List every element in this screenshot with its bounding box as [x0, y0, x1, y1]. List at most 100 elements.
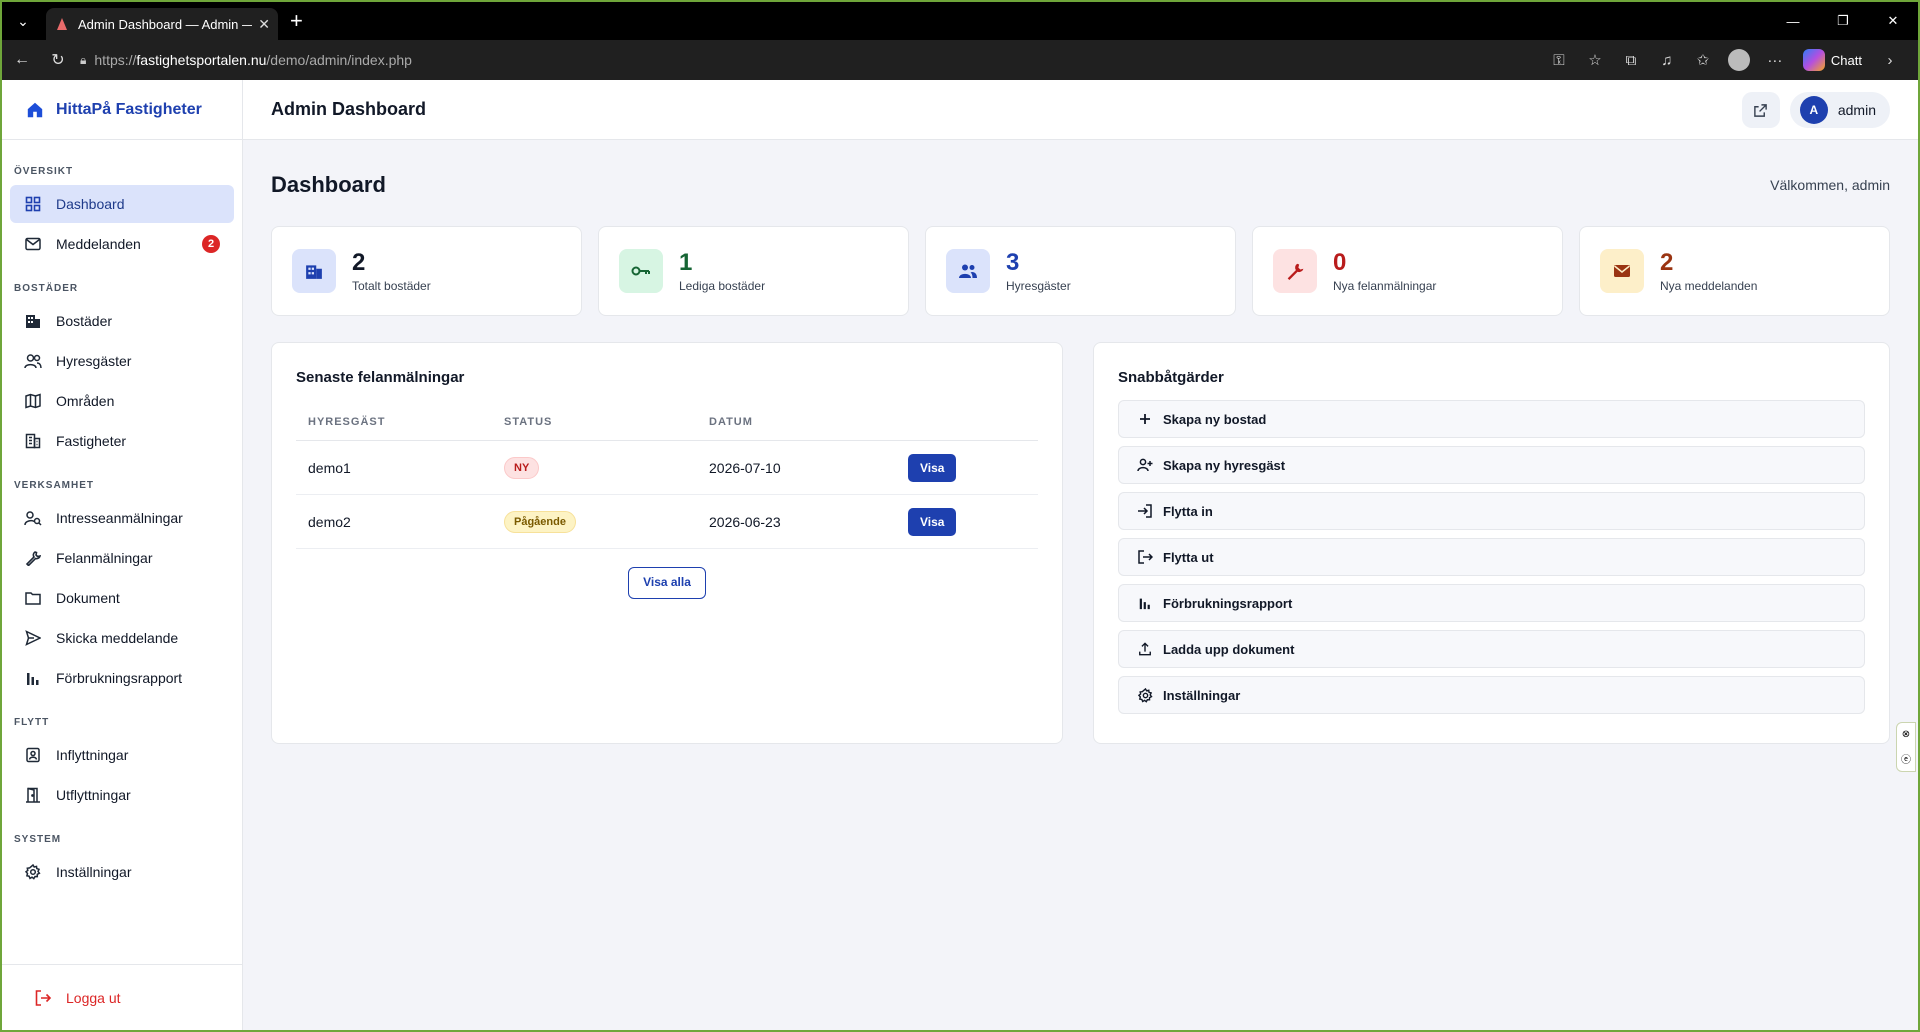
sidebar-item-felanmalningar[interactable]: Felanmälningar [10, 539, 234, 577]
close-window-icon[interactable]: ✕ [1868, 2, 1918, 40]
quick-action-skapa-bostad[interactable]: Skapa ny bostad [1118, 400, 1865, 438]
sidebar-item-label: Områden [56, 393, 115, 409]
open-site-button[interactable] [1741, 92, 1780, 128]
sidebar-item-label: Inställningar [56, 864, 132, 880]
sidebar-item-label: Felanmälningar [56, 550, 153, 566]
copilot-button[interactable]: Chatt [1802, 49, 1862, 71]
browser-tab[interactable]: Admin Dashboard — Admin — Hi ✕ [46, 8, 278, 40]
tab-list-button[interactable]: ⌄ [6, 7, 40, 35]
logout-icon [35, 989, 52, 1006]
restore-icon[interactable]: ❐ [1818, 2, 1868, 40]
sidebar-item-omraden[interactable]: Områden [10, 382, 234, 420]
user-menu[interactable]: A admin [1789, 92, 1890, 128]
status-cell: Pågående [492, 494, 697, 549]
header-actions: A admin [1741, 92, 1890, 128]
user-search-icon [24, 509, 42, 527]
stat-value: 2 [352, 249, 366, 276]
sidebar-item-skicka-meddelande[interactable]: Skicka meddelande [10, 619, 234, 657]
star-icon[interactable]: ☆ [1577, 51, 1613, 69]
panels-row: Senaste felanmälningar HYRESGÄST STATUS … [271, 342, 1890, 744]
sidebar-item-label: Skicka meddelande [56, 630, 179, 646]
sidebar-item-dashboard[interactable]: Dashboard [10, 185, 234, 223]
sidebar-item-fastigheter[interactable]: Fastigheter [10, 422, 234, 460]
logout-label: Logga ut [66, 989, 121, 1006]
section-verksamhet: VERKSAMHET [14, 480, 95, 491]
sidebar-item-label: Inflyttningar [56, 747, 129, 763]
sidebar-item-intresseanmalningar[interactable]: Intresseanmälningar [10, 499, 234, 537]
quick-action-skapa-hyresgast[interactable]: Skapa ny hyresgäst [1118, 446, 1865, 484]
brand-name: HittaPå Fastigheter [56, 100, 202, 118]
send-icon [24, 629, 42, 647]
copilot-icon [1802, 49, 1825, 71]
close-tab-icon[interactable]: ✕ [258, 16, 270, 33]
refresh-icon[interactable]: ↻ [42, 44, 74, 76]
profile-icon[interactable] [1721, 49, 1757, 71]
property-icon [24, 432, 42, 450]
logout-button[interactable]: Logga ut [2, 964, 242, 1030]
section-oversikt: ÖVERSIKT [14, 166, 74, 177]
section-system: SYSTEM [14, 834, 62, 845]
status-badge: NY [504, 456, 540, 479]
page-title: Dashboard [271, 172, 386, 197]
sidebar-item-meddelanden[interactable]: Meddelanden 2 [10, 225, 234, 263]
extensions-icon[interactable]: ⧉ [1613, 52, 1649, 69]
sidebar-item-bostader[interactable]: Bostäder [10, 302, 234, 340]
address-bar: ← ↻ 🔒︎ https://fastighetsportalen.nu/dem… [2, 40, 1918, 80]
column-header: STATUS [492, 404, 697, 441]
more-icon[interactable]: ··· [1757, 52, 1793, 69]
url-path: /demo/admin/index.php [266, 52, 412, 68]
mail-icon [1600, 249, 1644, 293]
sidebar-toggle-icon[interactable]: › [1872, 52, 1908, 69]
map-icon [24, 392, 42, 410]
extension-badge-icon[interactable]: ⓔ [1901, 751, 1911, 766]
stat-label: Totalt bostäder [352, 279, 431, 293]
sidebar-item-inflyttningar[interactable]: Inflyttningar [10, 736, 234, 774]
favorites-icon[interactable]: ✩ [1685, 51, 1721, 69]
view-button[interactable]: Visa [908, 507, 957, 536]
sidebar-item-label: Intresseanmälningar [56, 510, 183, 526]
panel-title: Senaste felanmälningar [296, 369, 465, 386]
users-icon [946, 249, 990, 293]
copilot-label: Chatt [1830, 52, 1862, 68]
column-header: HYRESGÄST [296, 404, 492, 441]
external-link-icon [1754, 103, 1768, 117]
brand[interactable]: HittaPå Fastigheter [2, 80, 242, 140]
back-icon[interactable]: ← [6, 44, 38, 76]
users-icon [24, 352, 42, 370]
username: admin [1837, 102, 1876, 118]
url-domain: fastighetsportalen.nu [136, 52, 267, 68]
lock-icon: 🔒︎ [80, 52, 87, 67]
sidebar-item-label: Hyresgäster [56, 353, 132, 369]
column-header: DATUM [697, 404, 896, 441]
sidebar-item-hyresgaster[interactable]: Hyresgäster [10, 342, 234, 380]
sidebar-item-forbrukningsrapport[interactable]: Förbrukningsrapport [10, 659, 234, 697]
view-all-button[interactable]: Visa alla [628, 567, 706, 599]
sidebar-item-label: Fastigheter [56, 433, 127, 449]
sidebar-item-utflyttningar[interactable]: Utflyttningar [10, 776, 234, 814]
view-button[interactable]: Visa [908, 453, 957, 482]
sidebar-item-installningar[interactable]: Inställningar [10, 853, 234, 891]
folder-icon [24, 589, 42, 607]
minimize-icon[interactable]: — [1768, 2, 1818, 40]
action-cell: Visa [896, 440, 1038, 495]
sidebar-item-dokument[interactable]: Dokument [10, 579, 234, 617]
stat-label: Lediga bostäder [679, 279, 766, 293]
new-tab-button[interactable]: + [290, 8, 303, 34]
media-icon[interactable]: ♫ [1649, 52, 1685, 69]
gear-icon [1137, 687, 1153, 703]
stat-value: 2 [1660, 249, 1674, 276]
close-circle-icon[interactable]: ⊗ [1902, 729, 1910, 740]
quick-action-installningar[interactable]: Inställningar [1118, 676, 1865, 714]
quick-action-flytta-in[interactable]: Flytta in [1118, 492, 1865, 530]
quick-action-ladda-upp-dokument[interactable]: Ladda upp dokument [1118, 630, 1865, 668]
mail-icon [24, 235, 42, 253]
tenant-cell: demo1 [296, 440, 492, 495]
browser-toolbar: ⚿ ☆ ⧉ ♫ ✩ ··· Chatt › [1541, 40, 1908, 80]
tab-bar: ⌄ Admin Dashboard — Admin — Hi ✕ + — ❐ ✕ [2, 2, 1918, 40]
quick-action-flytta-ut[interactable]: Flytta ut [1118, 538, 1865, 576]
sidebar-item-label: Dashboard [56, 196, 125, 212]
url-field[interactable]: 🔒︎ https://fastighetsportalen.nu/demo/ad… [80, 52, 412, 68]
quick-action-forbrukningsrapport[interactable]: Förbrukningsrapport [1118, 584, 1865, 622]
sidebar-item-label: Dokument [56, 590, 120, 606]
key-icon[interactable]: ⚿ [1541, 52, 1577, 69]
